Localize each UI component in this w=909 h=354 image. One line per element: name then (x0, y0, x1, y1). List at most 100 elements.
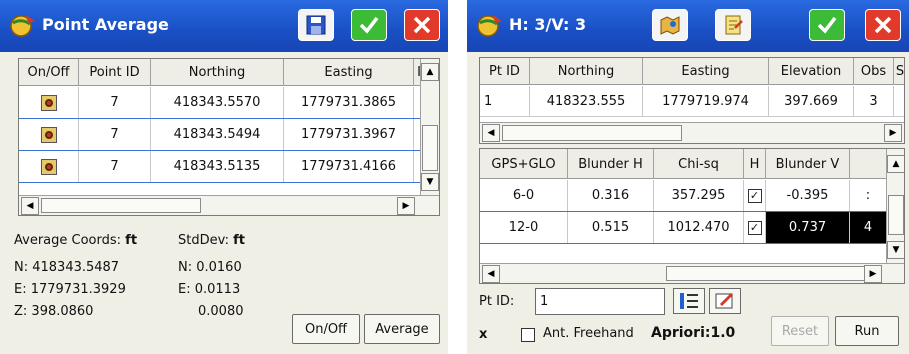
save-icon (306, 15, 326, 35)
x-label: x (479, 327, 488, 342)
easting-cell: 1779719.974 (643, 86, 769, 116)
scroll-right-arrow[interactable]: ▶ (397, 197, 415, 215)
table-header: Pt ID Northing Easting Elevation Obs S (480, 58, 904, 85)
ptid-input[interactable]: 1 (535, 288, 665, 315)
edit-button[interactable] (709, 288, 741, 314)
onoff-cell[interactable] (19, 151, 79, 182)
vertical-scrollbar[interactable]: ▲ ▼ (886, 149, 904, 263)
map-icon (660, 16, 680, 35)
vertical-scrollbar[interactable]: ▲ ▼ (420, 59, 439, 195)
ant-freehand-checkbox[interactable] (521, 328, 535, 342)
table-row[interactable]: 7 418343.5494 1779731.3967 (19, 119, 439, 151)
point-on-icon[interactable] (40, 158, 57, 175)
col-easting[interactable]: Easting (643, 58, 769, 85)
window-title: Point Average (42, 15, 169, 34)
blunder-v-cell-selected[interactable]: 0.737 (766, 212, 850, 243)
point-on-icon[interactable] (40, 94, 57, 111)
notes-button[interactable] (715, 9, 751, 41)
scroll-thumb[interactable] (422, 125, 438, 171)
window-title: H: 3/V: 3 (509, 15, 587, 34)
col-gps-glo[interactable]: GPS+GLO (480, 149, 568, 179)
gps-cell: 6-0 (480, 180, 568, 211)
col-easting[interactable]: Easting (284, 59, 414, 86)
apriori-label: Apriori:1.0 (651, 325, 736, 341)
onoff-button[interactable]: On/Off (292, 314, 360, 344)
col-chi-sq[interactable]: Chi-sq (654, 149, 744, 179)
scroll-right-arrow[interactable]: ▶ (864, 265, 882, 283)
blunder-check-window: H: 3/V: 3 Pt ID Northing Easting Elevati… (467, 0, 909, 354)
scroll-up-arrow[interactable]: ▲ (887, 155, 904, 173)
scroll-right-arrow[interactable]: ▶ (884, 124, 902, 142)
onoff-cell[interactable] (19, 87, 79, 118)
horizontal-scrollbar[interactable]: ◀ ▶ (480, 263, 904, 283)
scroll-left-arrow[interactable]: ◀ (21, 197, 39, 215)
scroll-down-arrow[interactable]: ▼ (887, 241, 904, 259)
col-blunder-h[interactable]: Blunder H (568, 149, 654, 179)
col-blunder-v[interactable]: Blunder V (766, 149, 850, 179)
point-on-icon[interactable] (40, 126, 57, 143)
stddev-unit: ft (233, 233, 245, 248)
h-checkbox[interactable]: ✓ (747, 188, 762, 203)
ok-button[interactable] (809, 9, 845, 41)
globe-icon (10, 15, 35, 37)
average-elevation: Z: 398.0860 (14, 304, 94, 319)
col-elevation[interactable]: Elevation (769, 58, 854, 85)
globe-icon (477, 15, 502, 37)
horizontal-scrollbar[interactable]: ◀ ▶ (19, 195, 439, 215)
scroll-thumb[interactable] (666, 266, 866, 281)
average-unit: ft (125, 233, 138, 248)
close-button[interactable] (404, 9, 440, 41)
h-checkbox-cell[interactable]: ✓ (744, 180, 766, 211)
scroll-thumb[interactable] (41, 198, 201, 213)
point-id-cell: 7 (79, 87, 151, 118)
col-onoff[interactable]: On/Off (19, 59, 79, 86)
chi-sq-cell: 357.295 (654, 180, 744, 211)
average-northing: N: 418343.5487 (14, 260, 120, 275)
obs-cell: 3 (854, 86, 894, 116)
horizontal-scrollbar[interactable]: ◀ ▶ (480, 122, 904, 143)
stddev-label: StdDev: ft (178, 233, 245, 248)
ok-button[interactable] (351, 9, 387, 41)
h-checkbox-cell[interactable]: ✓ (744, 212, 766, 243)
title-bar: H: 3/V: 3 (467, 0, 909, 52)
scroll-thumb[interactable] (502, 125, 682, 141)
col-point-id[interactable]: Point ID (79, 59, 151, 86)
close-button[interactable] (865, 9, 901, 41)
table-header: GPS+GLO Blunder H Chi-sq H Blunder V (480, 149, 904, 179)
table-row[interactable]: 6-0 0.316 357.295 ✓ -0.395 : (480, 180, 904, 212)
save-button[interactable] (298, 9, 334, 41)
table-row[interactable]: 1 418323.555 1779719.974 397.669 3 (480, 86, 904, 117)
col-northing[interactable]: Northing (151, 59, 284, 86)
scroll-up-arrow[interactable]: ▲ (421, 63, 439, 81)
extra-cell: : (865, 188, 871, 203)
col-h[interactable]: H (744, 149, 766, 179)
reset-button[interactable]: Reset (771, 316, 829, 346)
stddev-elevation: 0.0080 (198, 304, 244, 319)
average-easting: E: 1779731.3929 (14, 282, 126, 297)
northing-cell: 418343.5570 (151, 87, 284, 118)
table-row[interactable]: 12-0 0.515 1012.470 ✓ 0.737 4 (480, 212, 904, 244)
scroll-left-arrow[interactable]: ◀ (482, 265, 500, 283)
scroll-left-arrow[interactable]: ◀ (482, 124, 500, 142)
h-checkbox[interactable]: ✓ (747, 220, 762, 235)
run-button[interactable]: Run (835, 316, 899, 346)
northing-cell: 418343.5494 (151, 119, 284, 150)
table-row[interactable]: 7 418343.5135 1779731.4166 (19, 151, 439, 183)
col-pt-id[interactable]: Pt ID (480, 58, 530, 85)
onoff-cell[interactable] (19, 119, 79, 150)
col-obs[interactable]: Obs (854, 58, 894, 85)
scroll-thumb[interactable] (888, 195, 904, 235)
map-button[interactable] (652, 9, 688, 41)
blunder-h-cell: 0.316 (568, 180, 654, 211)
col-partial[interactable] (850, 149, 886, 179)
col-northing[interactable]: Northing (530, 58, 643, 85)
easting-cell: 1779731.4166 (284, 151, 414, 182)
gps-cell: 12-0 (480, 212, 568, 243)
list-button[interactable] (673, 288, 705, 314)
scroll-down-arrow[interactable]: ▼ (421, 173, 439, 191)
col-partial[interactable]: S (894, 58, 904, 85)
list-icon (680, 293, 698, 309)
ant-freehand-label: Ant. Freehand (543, 326, 634, 341)
average-button[interactable]: Average (364, 314, 440, 344)
table-row[interactable]: 7 418343.5570 1779731.3865 (19, 87, 439, 119)
